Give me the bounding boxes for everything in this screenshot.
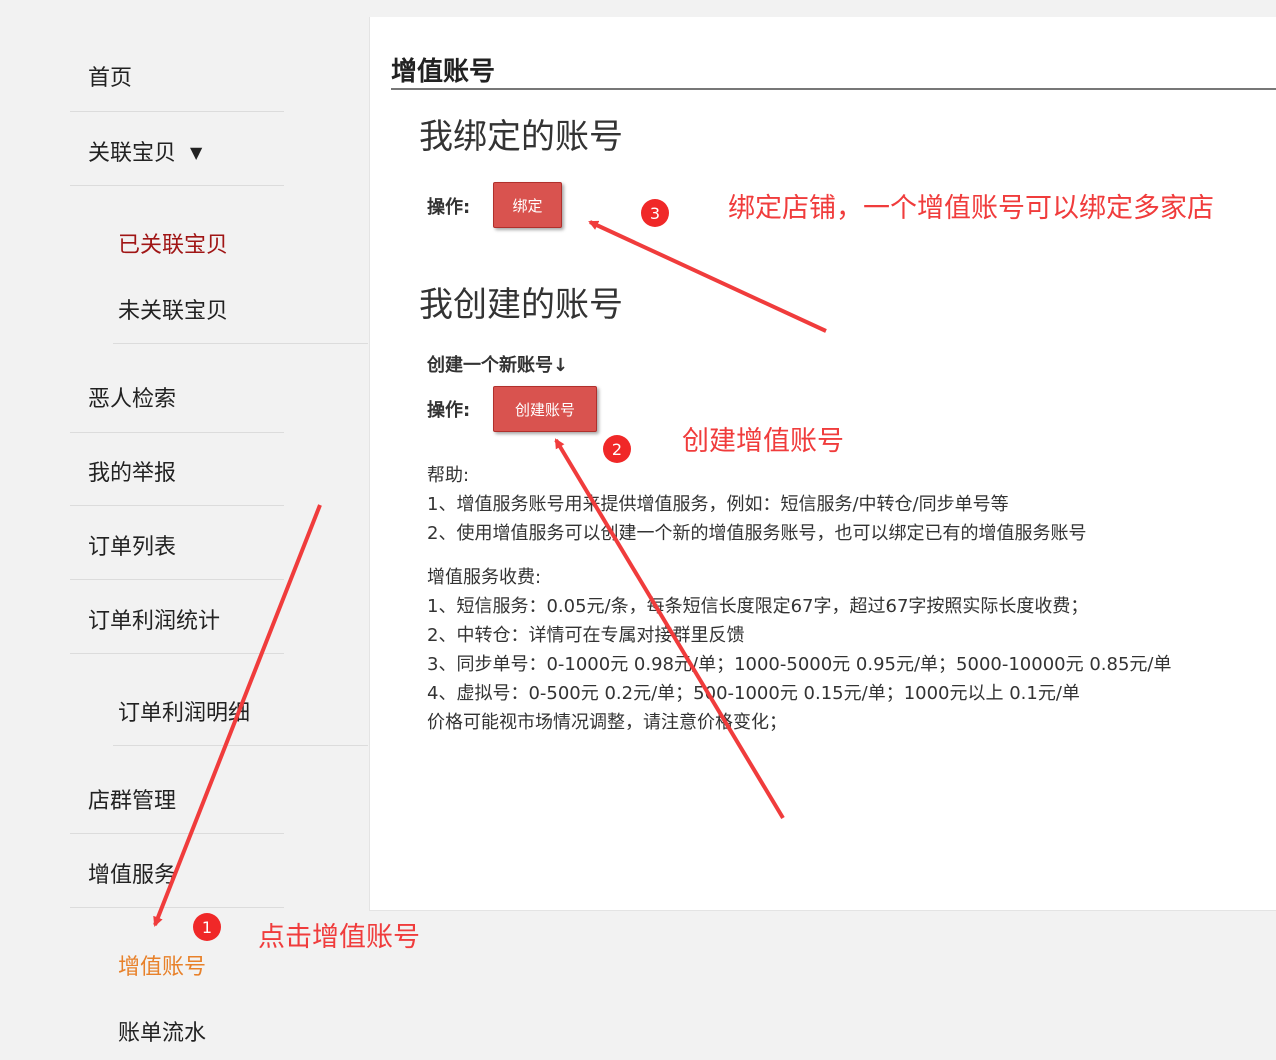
arrow-to-bind-button [588,220,827,333]
annotation-arrows [153,220,827,927]
step-1-text: 点击增值账号 [258,922,420,953]
step-2-badge: 2 [603,435,631,463]
step-1-badge: 1 [193,913,221,941]
step-3-text: 绑定店铺，一个增值账号可以绑定多家店 [728,193,1214,224]
arrow-to-create-button [554,438,785,820]
step-3-badge: 3 [641,199,669,227]
step-2-text: 创建增值账号 [682,426,844,457]
arrow-to-value-added-account [153,504,322,927]
